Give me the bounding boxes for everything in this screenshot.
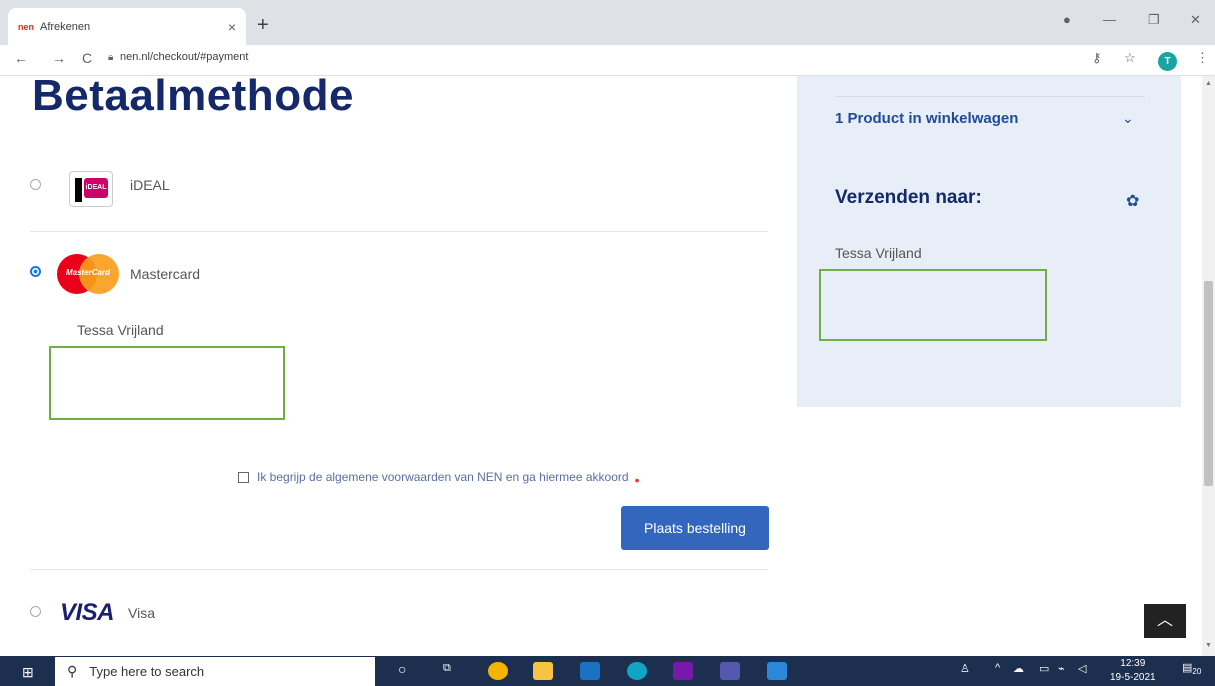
- terms-checkbox[interactable]: [238, 471, 249, 483]
- system-clock[interactable]: 12:39 19-5-2021: [1110, 657, 1156, 685]
- browser-tab-strip: nen Afrekenen × + ● — ❐ ✕: [0, 0, 1215, 45]
- mastercard-radio[interactable]: [30, 266, 41, 277]
- search-icon: ⚲: [67, 663, 78, 679]
- ship-to-name: Tessa Vrijland: [835, 245, 922, 261]
- ideal-label[interactable]: iDEAL: [130, 177, 170, 193]
- cart-summary-toggle[interactable]: 1 Product in winkelwagen: [835, 110, 1018, 127]
- new-tab-button[interactable]: +: [257, 14, 269, 37]
- profile-avatar[interactable]: T: [1158, 52, 1177, 71]
- visa-logo: VISA: [60, 599, 115, 626]
- gear-icon[interactable]: ✿: [1126, 191, 1139, 211]
- page-title: Betaalmethode: [32, 76, 354, 120]
- ship-to-title: Verzenden naar:: [835, 187, 982, 208]
- close-window-button[interactable]: ✕: [1190, 12, 1201, 28]
- battery-icon[interactable]: ▭: [1039, 662, 1049, 675]
- windows-start-icon[interactable]: ⊞: [22, 664, 34, 681]
- outlook-icon[interactable]: [580, 662, 600, 680]
- bookmark-star-icon[interactable]: ☆: [1124, 50, 1136, 66]
- terms-row[interactable]: Ik begrijp de algemene voorwaarden van N…: [238, 469, 640, 488]
- required-indicator: •: [634, 472, 640, 488]
- chrome-icon[interactable]: [488, 662, 508, 680]
- scroll-up-icon[interactable]: ▲: [1205, 80, 1212, 87]
- checkout-page: Betaalmethode iDEAL iDEAL MasterCard Mas…: [0, 76, 1202, 656]
- chevron-up-icon[interactable]: ^: [995, 662, 1000, 674]
- edge-icon[interactable]: [627, 662, 647, 680]
- address-bar[interactable]: nen.nl/checkout/#payment: [120, 51, 248, 63]
- visa-label[interactable]: Visa: [128, 605, 155, 621]
- forward-icon[interactable]: →: [52, 50, 66, 66]
- ideal-logo: iDEAL: [69, 171, 113, 207]
- search-placeholder: Type here to search: [89, 664, 205, 679]
- browser-toolbar: ← → C 🔒︎ nen.nl/checkout/#payment ⚷ ☆ ⋮: [0, 45, 1215, 76]
- highlight-box-shipping: [819, 269, 1047, 341]
- back-icon[interactable]: ←: [14, 50, 28, 66]
- divider: [30, 231, 768, 232]
- key-icon[interactable]: ⚷: [1092, 50, 1102, 66]
- app-icon[interactable]: [767, 662, 787, 680]
- order-sidebar: 1 Product in winkelwagen ⌄ Verzenden naa…: [797, 76, 1181, 407]
- terms-label[interactable]: Ik begrijp de algemene voorwaarden van N…: [257, 470, 629, 484]
- chevron-down-icon[interactable]: ⌄: [1122, 110, 1134, 127]
- file-explorer-icon[interactable]: [533, 662, 553, 680]
- maximize-button[interactable]: ❐: [1148, 12, 1160, 28]
- ideal-radio[interactable]: [30, 179, 41, 190]
- profile-circle-icon[interactable]: ●: [1063, 12, 1071, 27]
- back-to-top-button[interactable]: ︿: [1144, 604, 1186, 638]
- mastercard-logo: MasterCard: [57, 254, 119, 294]
- place-order-button[interactable]: Plaats bestelling: [621, 506, 769, 550]
- mastercard-label[interactable]: Mastercard: [130, 266, 200, 282]
- page-scrollbar[interactable]: ▲ ▼: [1202, 76, 1215, 656]
- network-icon[interactable]: ⌁: [1058, 662, 1065, 675]
- lock-icon[interactable]: 🔒︎: [108, 52, 113, 63]
- divider: [835, 96, 1145, 97]
- menu-kebab-icon[interactable]: ⋮: [1196, 50, 1209, 66]
- people-icon[interactable]: ♙: [960, 662, 970, 675]
- tab-title: Afrekenen: [40, 20, 91, 33]
- taskbar-search[interactable]: ⚲ Type here to search: [55, 657, 375, 686]
- payment-option-ideal[interactable]: [30, 179, 41, 190]
- cardholder-name: Tessa Vrijland: [77, 322, 164, 338]
- onedrive-icon[interactable]: ☁: [1013, 662, 1024, 675]
- visa-radio[interactable]: [30, 606, 41, 617]
- divider: [30, 569, 768, 570]
- payment-option-visa[interactable]: [30, 606, 41, 617]
- nen-favicon-icon: nen: [18, 21, 35, 32]
- teams-icon[interactable]: [720, 662, 740, 680]
- volume-icon[interactable]: ◁: [1078, 662, 1086, 675]
- onenote-icon[interactable]: [673, 662, 693, 680]
- browser-tab[interactable]: nen Afrekenen ×: [8, 8, 246, 45]
- reload-icon[interactable]: C: [82, 50, 92, 66]
- cortana-icon[interactable]: ○: [398, 661, 406, 677]
- payment-option-mastercard[interactable]: [30, 266, 41, 277]
- close-tab-icon[interactable]: ×: [228, 19, 236, 35]
- notification-icon[interactable]: ▤20: [1182, 661, 1201, 676]
- minimize-button[interactable]: —: [1103, 12, 1116, 27]
- windows-taskbar: ⊞ ⚲ Type here to search ○ ⧉ ♙ ^ ☁ ▭ ⌁ ◁ …: [0, 656, 1215, 686]
- task-view-icon[interactable]: ⧉: [443, 662, 451, 675]
- scroll-thumb[interactable]: [1204, 281, 1213, 486]
- scroll-down-icon[interactable]: ▼: [1205, 642, 1212, 649]
- highlight-box-address: [49, 346, 285, 420]
